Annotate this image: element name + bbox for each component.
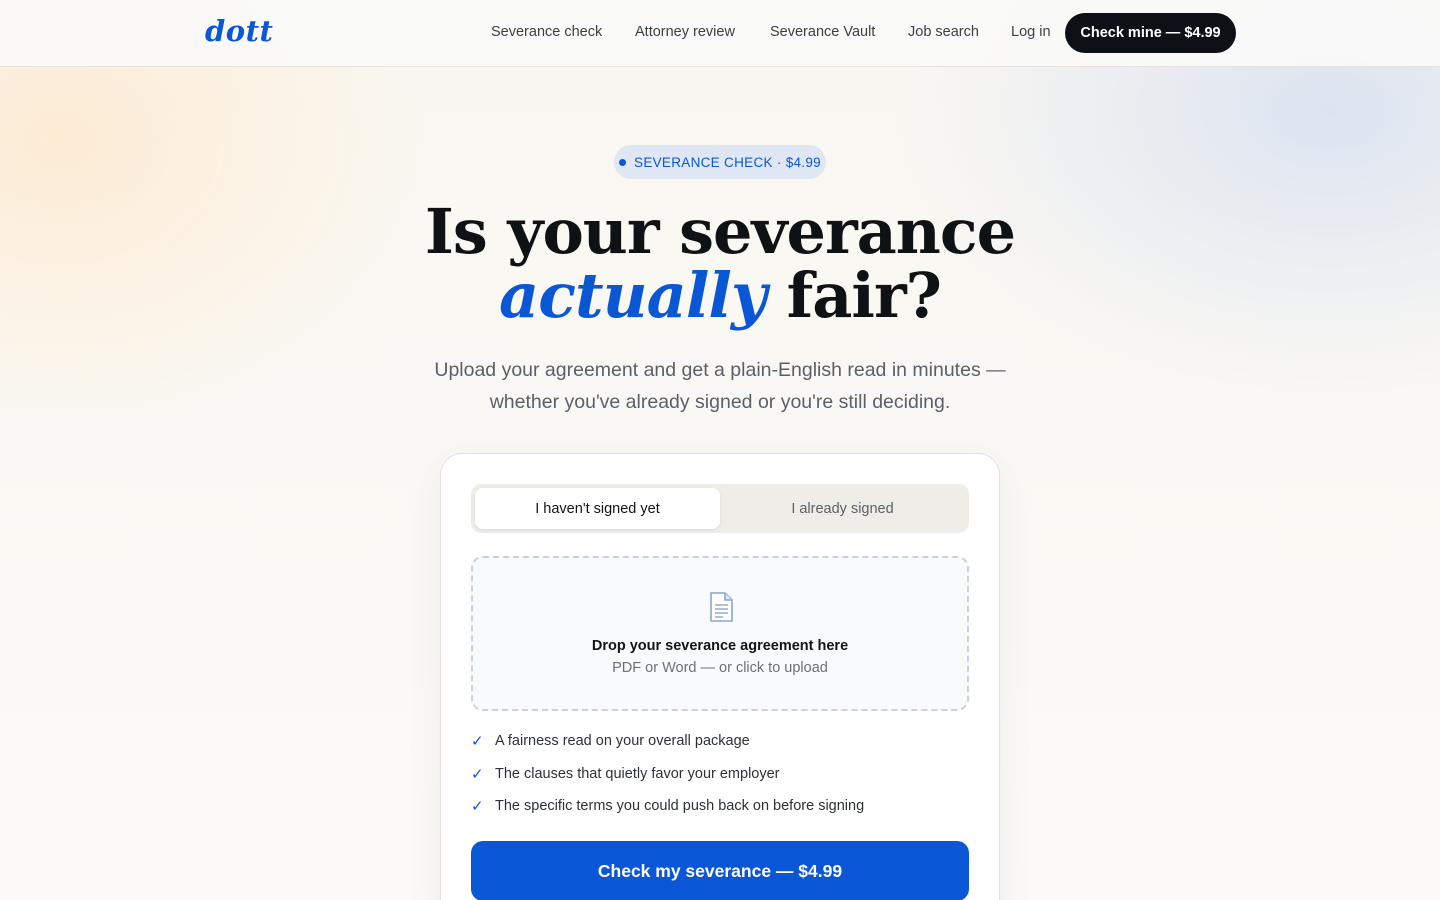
hero-section: SEVERANCE CHECK · $4.99 Is your severanc… <box>0 0 1440 900</box>
nav-link-job-search[interactable]: Job search <box>908 24 979 40</box>
nav-link-severance-vault[interactable]: Severance Vault <box>770 24 875 40</box>
pill-label: SEVERANCE CHECK · $4.99 <box>634 154 821 170</box>
nav-link-severance-check[interactable]: Severance check <box>491 24 602 40</box>
toggle-not-signed[interactable]: I haven't signed yet <box>475 488 720 529</box>
feature-item: ✓ The specific terms you could push back… <box>471 795 864 817</box>
upload-dropzone[interactable]: Drop your severance agreement here PDF o… <box>471 556 969 711</box>
check-mine-button[interactable]: Check mine — $4.99 <box>1065 13 1236 53</box>
nav-link-log-in[interactable]: Log in <box>1011 24 1051 40</box>
pill-dot-icon <box>619 158 627 166</box>
feature-text: A fairness read on your overall package <box>495 733 750 749</box>
hero-title-rest: fair? <box>786 259 942 332</box>
hero-title-line1: Is your severance <box>424 195 1016 268</box>
hero-title-accent: actually <box>499 259 767 332</box>
check-icon: ✓ <box>471 798 484 815</box>
toggle-already-signed[interactable]: I already signed <box>720 488 965 529</box>
feature-text: The specific terms you could push back o… <box>495 798 865 814</box>
upload-card: I haven't signed yet I already signed Dr… <box>440 453 1000 900</box>
feature-text: The clauses that quietly favor your empl… <box>495 766 780 782</box>
nav-link-attorney-review[interactable]: Attorney review <box>635 24 735 40</box>
check-severance-button[interactable]: Check my severance — $4.99 <box>471 841 969 900</box>
hero-subtitle: Upload your agreement and get a plain-En… <box>434 359 1006 413</box>
check-icon: ✓ <box>471 733 484 750</box>
hero-title: Is your severance actually fair? <box>0 200 1440 328</box>
feature-item: ✓ The clauses that quietly favor your em… <box>471 763 780 785</box>
product-pill: SEVERANCE CHECK · $4.99 <box>614 145 826 179</box>
signed-status-toggle: I haven't signed yet I already signed <box>471 484 969 533</box>
top-navbar: dott Severance check Attorney review Sev… <box>0 0 1440 67</box>
document-icon <box>710 592 733 622</box>
main-nav: Severance check Attorney review Severanc… <box>0 0 1440 67</box>
check-icon: ✓ <box>471 766 484 783</box>
dropzone-subtitle: PDF or Word — or click to upload <box>612 660 828 676</box>
dropzone-title: Drop your severance agreement here <box>591 638 849 654</box>
feature-item: ✓ A fairness read on your overall packag… <box>471 730 750 752</box>
